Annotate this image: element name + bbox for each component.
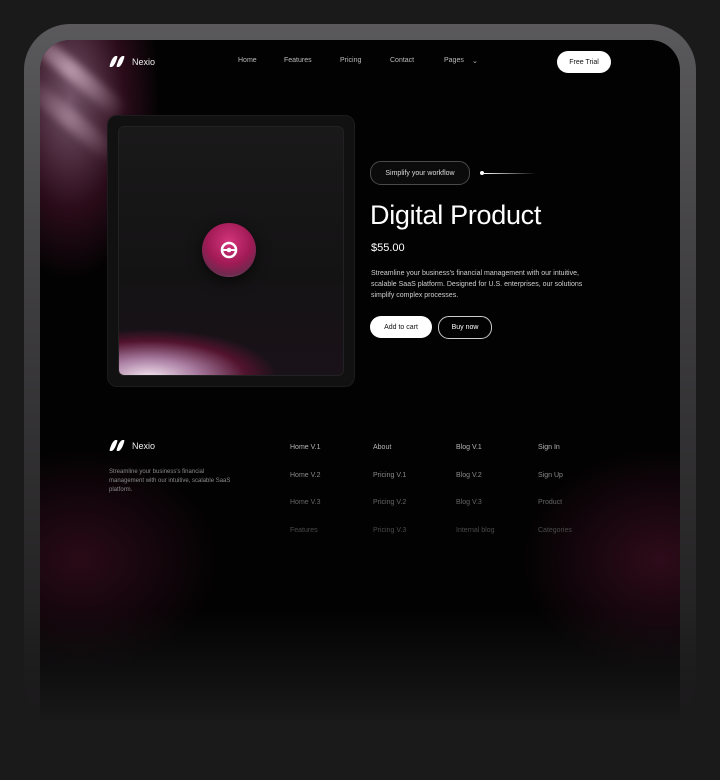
footer-link[interactable]: Blog V.1 <box>456 444 482 451</box>
footer-link[interactable]: Product <box>538 499 562 506</box>
footer-link[interactable]: Sign In <box>538 444 560 451</box>
footer-description: Streamline your business's financial man… <box>109 469 231 493</box>
footer-link[interactable]: Internal blog <box>456 527 495 534</box>
footer-link[interactable]: Pricing V.2 <box>373 499 406 506</box>
buy-now-button[interactable]: Buy now <box>438 316 492 339</box>
footer-link[interactable]: Categories <box>538 527 572 534</box>
disc-icon <box>219 240 239 260</box>
footer-brand-logo[interactable]: Nexio <box>109 440 156 451</box>
decorative-line <box>480 170 536 176</box>
footer-link[interactable]: Home V.1 <box>290 444 320 451</box>
nav-pricing[interactable]: Pricing <box>340 57 361 64</box>
bottom-fade <box>0 610 720 780</box>
tagline-badge: Simplify your workflow <box>370 161 470 185</box>
product-description: Streamline your business's financial man… <box>371 270 583 299</box>
logo-icon <box>109 56 125 67</box>
logo-icon <box>109 440 125 451</box>
product-price: $55.00 <box>371 242 405 254</box>
product-title: Digital Product <box>370 200 542 230</box>
footer-link[interactable]: Pricing V.3 <box>373 527 406 534</box>
brand-name: Nexio <box>132 56 156 67</box>
footer-link[interactable]: Blog V.2 <box>456 472 482 479</box>
footer-link[interactable]: Home V.2 <box>290 472 320 479</box>
footer-link[interactable]: Home V.3 <box>290 499 320 506</box>
footer-link[interactable]: Features <box>290 527 318 534</box>
nav-contact[interactable]: Contact <box>390 57 414 64</box>
nav-home[interactable]: Home <box>238 57 257 64</box>
add-to-cart-button[interactable]: Add to cart <box>370 316 432 338</box>
footer-link[interactable]: About <box>373 444 391 451</box>
chevron-down-icon[interactable]: ⌄ <box>472 57 478 65</box>
footer-link[interactable]: Pricing V.1 <box>373 472 406 479</box>
nav-features[interactable]: Features <box>284 57 312 64</box>
brand-logo[interactable]: Nexio <box>109 56 156 67</box>
nav-pages[interactable]: Pages <box>444 57 464 64</box>
free-trial-button[interactable]: Free Trial <box>557 51 611 73</box>
footer-link[interactable]: Sign Up <box>538 472 563 479</box>
footer-link[interactable]: Blog V.3 <box>456 499 482 506</box>
footer-brand-name: Nexio <box>132 440 156 451</box>
